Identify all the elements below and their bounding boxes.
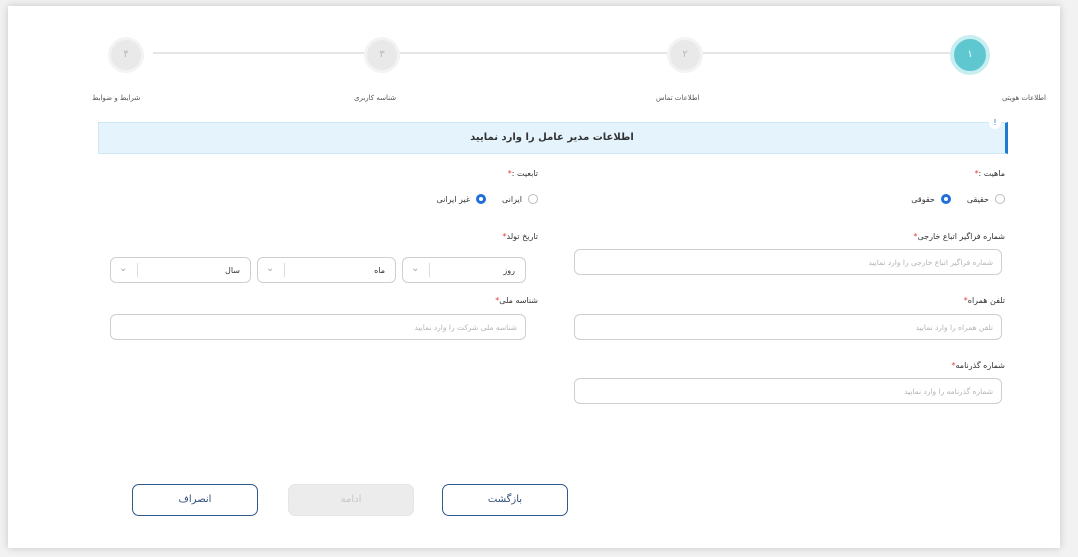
step-4-label: شرایط و ضوابط	[92, 94, 141, 102]
birth-month-value: ماه	[374, 266, 385, 275]
nature-option-haghighi-label: حقیقی	[966, 194, 989, 204]
mobile-label-text: تلفن همراه	[967, 296, 1005, 305]
birth-date-label-text: تاریخ تولد	[506, 232, 538, 241]
chevron-down-icon: ⌄	[266, 263, 275, 274]
foreign-id-label: شماره فراگیر اتباع خارجی*	[914, 232, 1005, 241]
nature-radio-hoghooghi[interactable]	[940, 194, 951, 204]
nationality-label: تابعیت :*	[508, 169, 538, 178]
select-separator	[429, 263, 430, 277]
foreign-id-label-text: شماره فراگیر اتباع خارجی	[917, 232, 1005, 241]
chevron-down-icon: ⌄	[119, 263, 128, 274]
select-separator	[137, 263, 138, 277]
cancel-button[interactable]: انصراف	[132, 484, 258, 516]
mobile-input[interactable]	[575, 315, 1001, 340]
step-2-circle[interactable]: ۲	[667, 37, 703, 73]
birth-day-value: روز	[503, 266, 515, 275]
stepper-line	[153, 52, 963, 54]
birth-year-select[interactable]: سال ⌄	[110, 257, 251, 283]
passport-label-text: شماره گذرنامه	[955, 361, 1005, 370]
birth-month-select[interactable]: ماه ⌄	[257, 257, 396, 283]
step-1-circle[interactable]: ۱	[950, 35, 990, 75]
passport-input[interactable]	[575, 379, 1001, 404]
continue-button[interactable]: ادامه	[288, 484, 414, 516]
chevron-down-icon: ⌄	[411, 263, 420, 274]
step-1-label: اطلاعات هویتی	[1001, 94, 1046, 102]
back-button[interactable]: بازگشت	[442, 484, 568, 516]
foreign-id-input[interactable]	[575, 250, 1001, 275]
birth-day-select[interactable]: روز ⌄	[402, 257, 526, 283]
step-3-circle[interactable]: ۳	[364, 37, 400, 73]
national-id-label-text: شناسه ملی	[499, 296, 538, 305]
info-icon: !	[989, 117, 1001, 129]
nature-label: ماهیت :*	[975, 169, 1005, 178]
national-id-field[interactable]	[110, 314, 526, 340]
nature-radio-haghighi[interactable]	[995, 194, 1005, 204]
nature-label-text: ماهیت :	[978, 169, 1005, 178]
nationality-option-gheir-irani-label: غیر ایرانی	[436, 194, 471, 204]
info-banner-text: اطلاعات مدیر عامل را وارد نمایید	[470, 132, 634, 143]
birth-year-value: سال	[225, 266, 240, 275]
national-id-label: شناسه ملی*	[495, 296, 538, 305]
nature-radio-group: حقیقی حقوقی	[901, 192, 1005, 206]
foreign-id-field[interactable]	[574, 249, 1002, 275]
step-2-label: اطلاعات تماس	[656, 94, 700, 102]
nationality-option-irani-label: ایرانی	[502, 194, 522, 204]
nationality-radio-irani[interactable]	[528, 194, 538, 204]
step-3-label: شناسه کاربری	[354, 94, 397, 102]
mobile-field[interactable]	[574, 314, 1002, 340]
registration-window: ۱ اطلاعات هویتی ۲ اطلاعات تماس ۳ شناسه ک…	[8, 6, 1060, 548]
nature-option-hoghooghi-label: حقوقی	[911, 194, 935, 204]
nationality-radio-group: ایرانی غیر ایرانی	[426, 192, 538, 206]
passport-field[interactable]	[574, 378, 1002, 404]
info-banner: ! اطلاعات مدیر عامل را وارد نمایید	[98, 117, 1008, 154]
birth-date-label: تاریخ تولد*	[503, 232, 538, 241]
step-4-circle[interactable]: ۴	[108, 37, 144, 73]
nationality-radio-gheir-irani[interactable]	[476, 194, 487, 204]
passport-label: شماره گذرنامه*	[952, 361, 1005, 370]
mobile-label: تلفن همراه*	[964, 296, 1005, 305]
national-id-input[interactable]	[111, 315, 525, 340]
nationality-label-text: تابعیت :	[511, 169, 538, 178]
select-separator	[284, 263, 285, 277]
